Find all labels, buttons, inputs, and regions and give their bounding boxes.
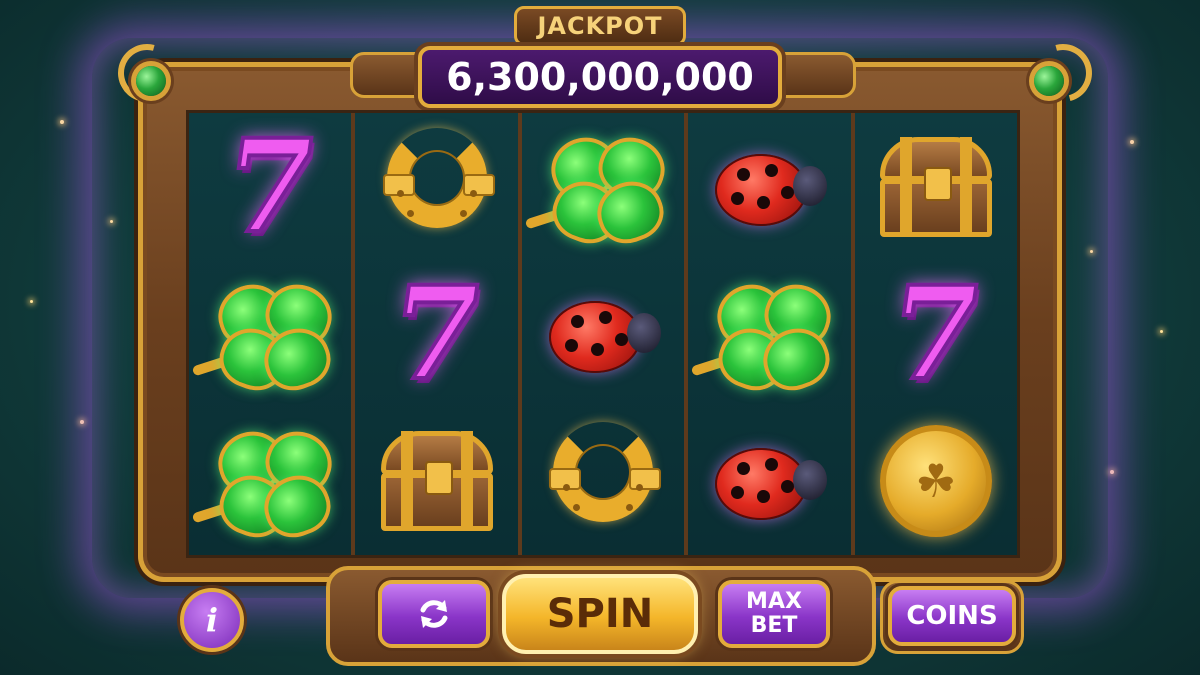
autoplay-button[interactable] xyxy=(378,580,490,648)
reel-cell xyxy=(522,260,684,407)
reel-5: 7 ☘ xyxy=(854,113,1018,555)
reel-cell xyxy=(688,260,850,407)
gold-coin-symbol: ☘ xyxy=(879,425,992,538)
clover-symbol xyxy=(191,422,341,546)
ladybug-symbol xyxy=(709,142,829,232)
reel-1: 7 xyxy=(189,110,356,555)
green-gem-icon xyxy=(1034,66,1064,96)
jackpot-wing-right xyxy=(770,52,856,98)
reel-cell xyxy=(688,408,850,555)
reel-cell xyxy=(355,113,517,260)
reel-cell xyxy=(522,408,684,555)
max-bet-label-line2: BET xyxy=(750,613,798,638)
reel-cell xyxy=(855,113,1017,260)
seven-symbol: 7 xyxy=(879,257,993,411)
reel-grid: 7 7 7 ☘ xyxy=(186,110,1020,558)
reel-cell xyxy=(189,408,351,555)
reel-cell xyxy=(688,113,850,260)
ladybug-symbol xyxy=(543,289,663,379)
horseshoe-symbol xyxy=(382,127,495,246)
reel-cell: 7 xyxy=(189,110,351,264)
reel-2: 7 xyxy=(355,113,522,555)
horseshoe-symbol xyxy=(549,422,662,540)
reel-cell xyxy=(189,260,351,407)
seven-symbol: 7 xyxy=(380,257,494,411)
reel-cell xyxy=(355,408,517,555)
info-button[interactable]: i xyxy=(180,588,244,652)
seven-symbol: 7 xyxy=(213,110,327,264)
refresh-icon xyxy=(420,600,448,628)
reel-cell xyxy=(522,113,684,260)
treasure-chest-symbol xyxy=(878,133,994,241)
treasure-chest-symbol xyxy=(379,427,495,535)
coins-button[interactable]: COINS xyxy=(888,586,1016,646)
clover-symbol xyxy=(191,275,341,399)
max-bet-button[interactable]: MAX BET xyxy=(718,580,830,648)
reel-4 xyxy=(688,113,855,555)
clover-symbol xyxy=(691,275,840,399)
reel-cell: 7 xyxy=(355,257,517,411)
reel-3 xyxy=(521,113,689,555)
reel-cell: ☘ xyxy=(855,408,1017,555)
ladybug-symbol xyxy=(709,436,829,526)
spin-button[interactable]: SPIN xyxy=(502,574,698,654)
jackpot-label: JACKPOT xyxy=(514,6,686,46)
reel-cell: 7 xyxy=(855,257,1017,411)
max-bet-label-line1: MAX xyxy=(746,589,802,614)
jackpot-amount: 6,300,000,000 xyxy=(418,46,782,108)
green-gem-icon xyxy=(136,66,166,96)
clover-symbol xyxy=(524,128,674,252)
